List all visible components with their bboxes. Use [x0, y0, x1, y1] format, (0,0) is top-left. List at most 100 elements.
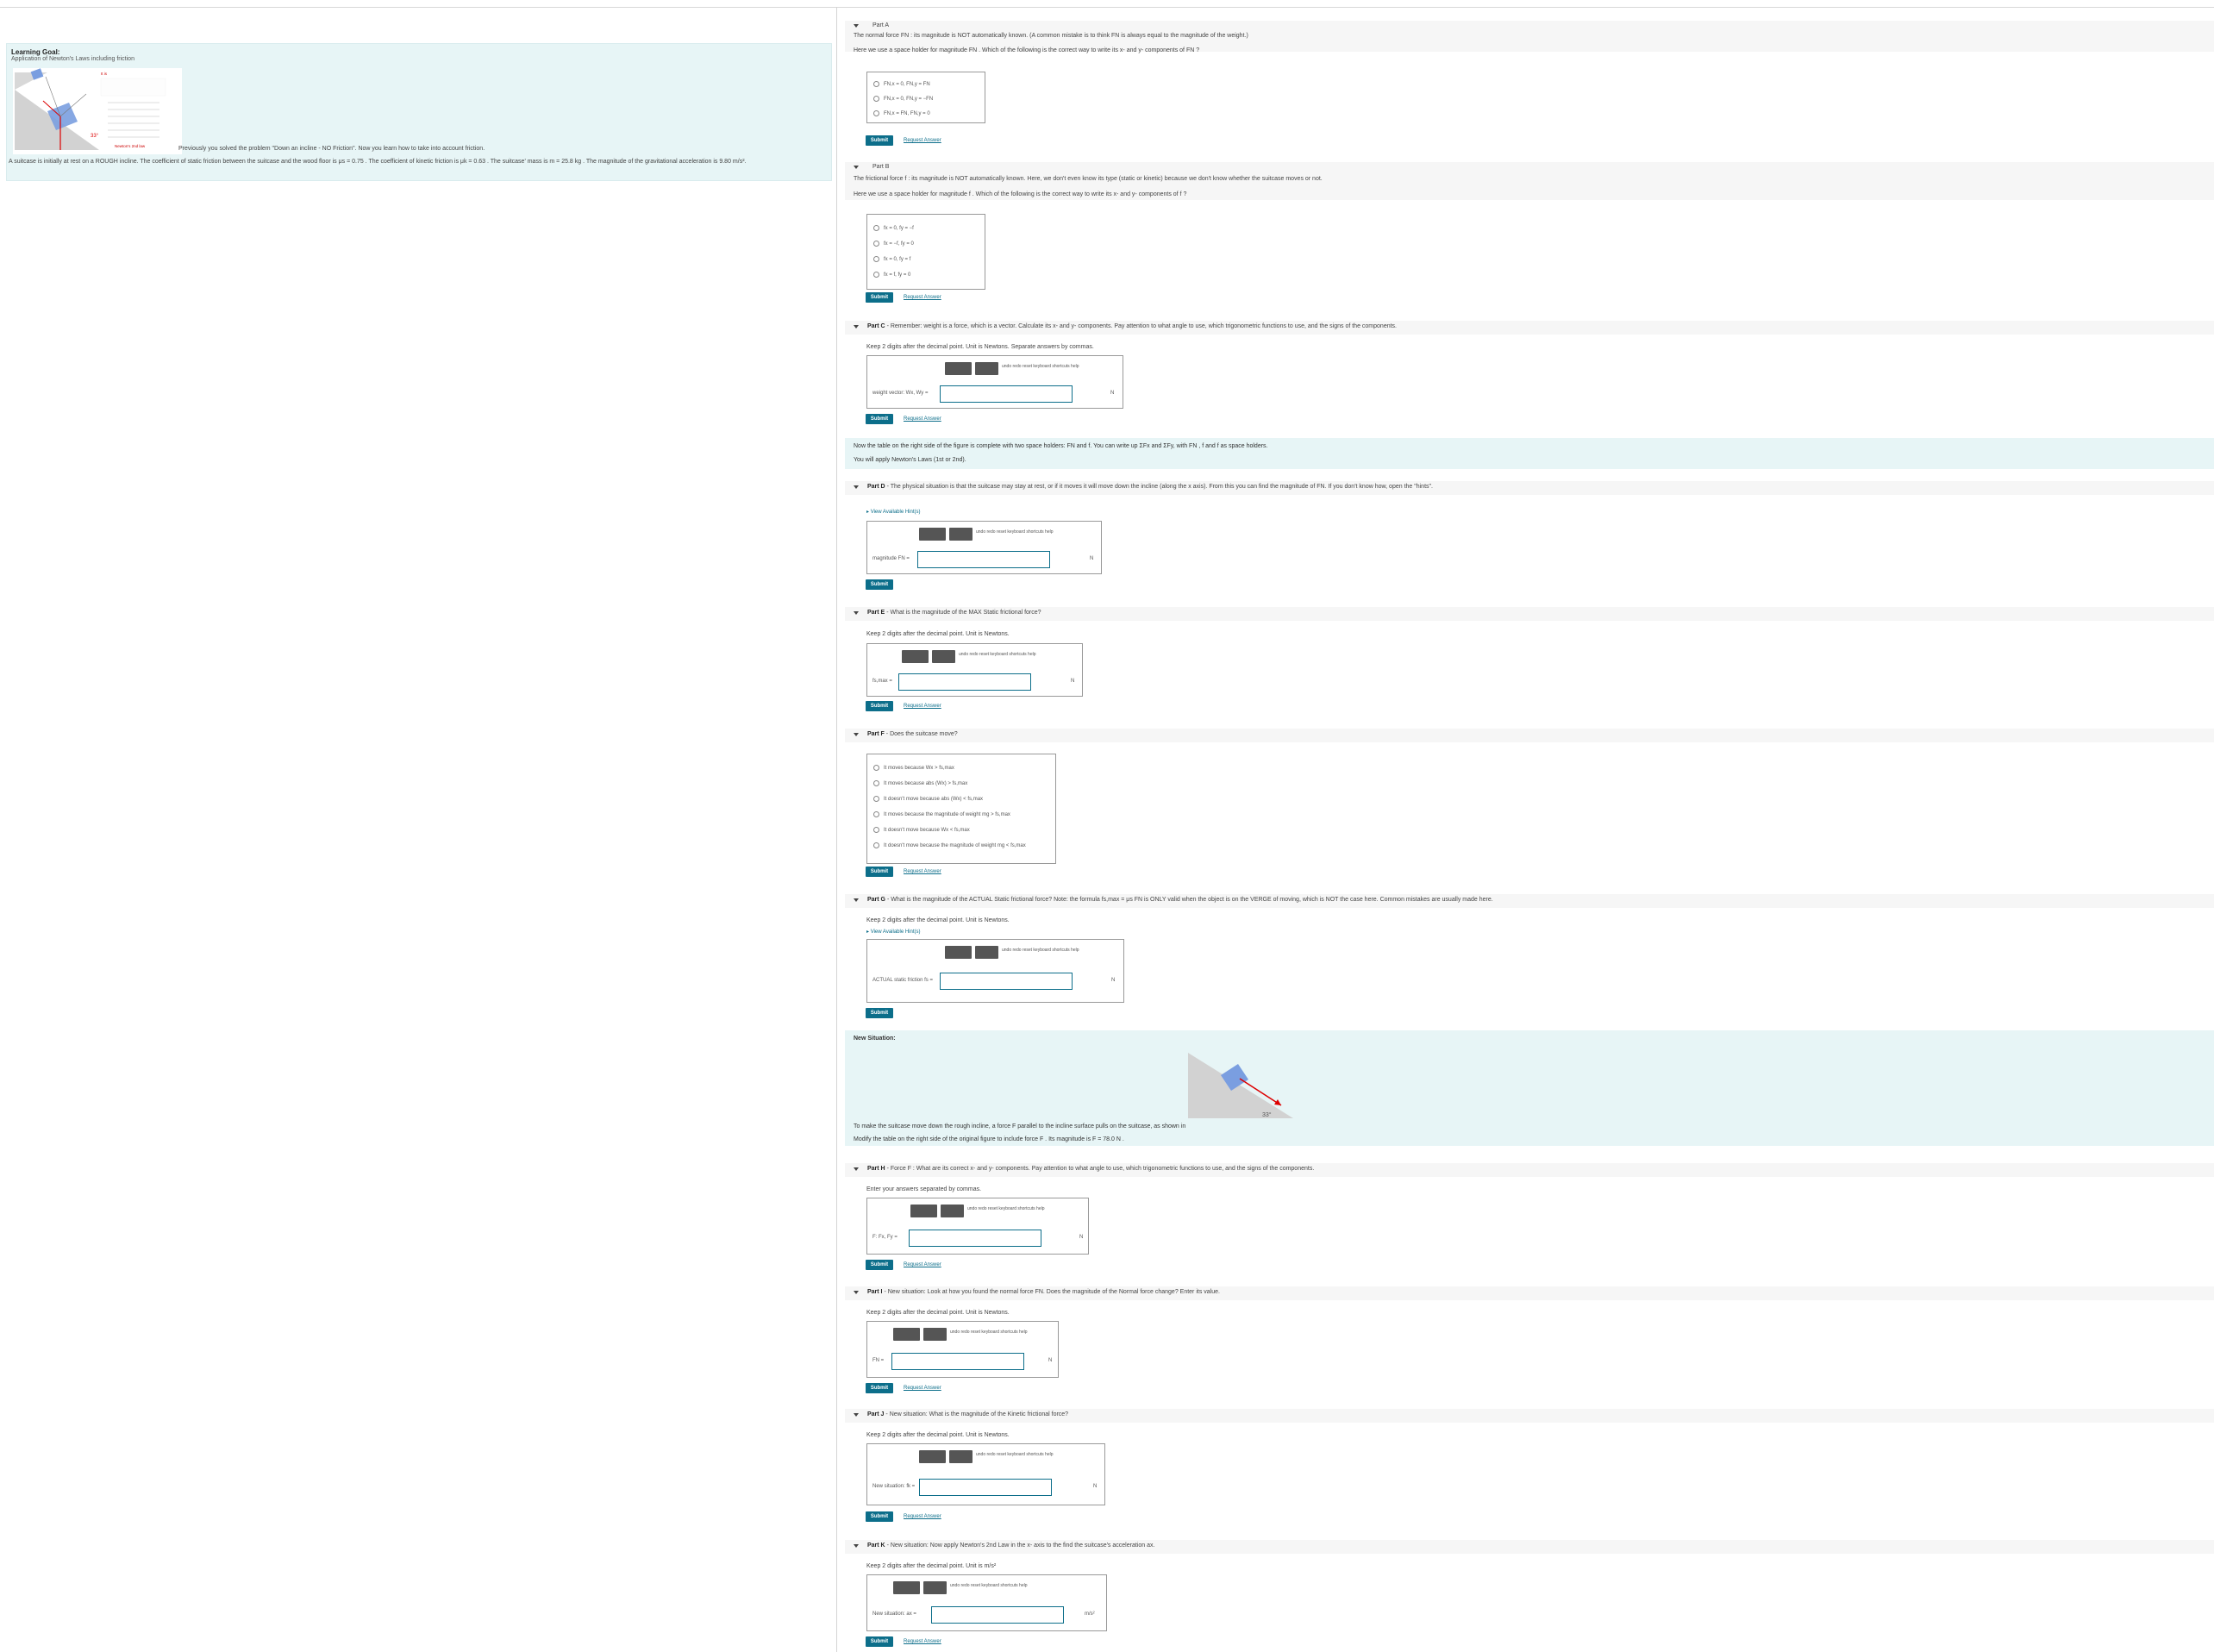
- part-i-label: FN =: [872, 1358, 885, 1363]
- part-i-submit-button[interactable]: Submit: [866, 1383, 893, 1393]
- collapse-icon[interactable]: [854, 611, 859, 615]
- part-f-submit-button[interactable]: Submit: [866, 867, 893, 877]
- part-k-answer-input[interactable]: [931, 1606, 1064, 1624]
- part-f-choice-3[interactable]: It doesn't move because abs (Wx) < fs,ma…: [873, 796, 983, 802]
- part-a-choice-1[interactable]: FN,x = 0, FN,y = FN: [873, 81, 930, 87]
- templates-button[interactable]: [919, 1450, 946, 1463]
- part-g-answer-input[interactable]: [940, 973, 1073, 990]
- part-f-choice-4[interactable]: It moves because the magnitude of weight…: [873, 811, 1010, 817]
- collapse-icon[interactable]: [854, 1413, 859, 1417]
- collapse-icon[interactable]: [854, 1167, 859, 1171]
- part-k-label: New situation: ax =: [872, 1611, 916, 1617]
- part-k-request-answer-link[interactable]: Request Answer: [904, 1639, 941, 1644]
- symbols-button[interactable]: [949, 1450, 973, 1463]
- part-c-answer-input[interactable]: [940, 385, 1073, 403]
- part-f-request-answer-link[interactable]: Request Answer: [904, 869, 941, 874]
- part-h-title: Part H - Force F : What are its correct …: [867, 1166, 1315, 1172]
- toolbar-tools[interactable]: undo redo reset keyboard shortcuts help: [1002, 948, 1079, 953]
- part-b-choice-3[interactable]: fx = 0, fy = f: [873, 256, 910, 262]
- collapse-icon[interactable]: [854, 1291, 859, 1294]
- symbols-button[interactable]: [932, 650, 955, 663]
- part-f-choice-5[interactable]: It doesn't move because Wx < fs,max: [873, 827, 970, 833]
- part-c-submit-button[interactable]: Submit: [866, 414, 893, 424]
- part-h-label: F: Fx, Fy =: [872, 1235, 897, 1240]
- templates-button[interactable]: [893, 1328, 920, 1341]
- figure-note: Newton's 2nd law: [115, 144, 146, 148]
- part-e-submit-button[interactable]: Submit: [866, 701, 893, 711]
- part-d-answer-box: undo redo reset keyboard shortcuts help …: [866, 521, 1102, 574]
- figure-angle: 33°: [91, 134, 99, 139]
- part-d-hints-link[interactable]: ▸ View Available Hint(s): [866, 509, 921, 515]
- collapse-icon[interactable]: [854, 1544, 859, 1548]
- part-k-title: Part K - New situation: Now apply Newton…: [867, 1542, 1155, 1549]
- part-a-request-answer-link[interactable]: Request Answer: [904, 138, 941, 143]
- part-a-submit-button[interactable]: Submit: [866, 135, 893, 146]
- part-i-unit: N: [1048, 1358, 1053, 1363]
- left-panel: Learning Goal: Application of Newton's L…: [0, 7, 836, 1652]
- templates-button[interactable]: [919, 528, 946, 541]
- part-h-request-answer-link[interactable]: Request Answer: [904, 1262, 941, 1267]
- symbols-button[interactable]: [975, 362, 998, 375]
- new-situation-angle: 33°: [1262, 1111, 1272, 1118]
- collapse-icon[interactable]: [854, 24, 859, 28]
- part-h-answer-input[interactable]: [909, 1230, 1041, 1247]
- part-b-choice-2[interactable]: fx = −f, fy = 0: [873, 241, 914, 247]
- part-e-answer-input[interactable]: [898, 673, 1031, 691]
- collapse-icon[interactable]: [854, 733, 859, 736]
- part-k-unit: m/s²: [1085, 1611, 1095, 1617]
- part-f-choice-2[interactable]: It moves because abs (Wx) > fs,max: [873, 780, 967, 786]
- part-g-hints-link[interactable]: ▸ View Available Hint(s): [866, 929, 921, 935]
- part-b-choice-1[interactable]: fx = 0, fy = −f: [873, 225, 914, 231]
- part-g-answer-box: undo redo reset keyboard shortcuts help …: [866, 939, 1124, 1003]
- toolbar-tools[interactable]: undo redo reset keyboard shortcuts help: [967, 1206, 1045, 1211]
- part-k-submit-button[interactable]: Submit: [866, 1636, 893, 1647]
- part-j-submit-button[interactable]: Submit: [866, 1511, 893, 1522]
- collapse-icon[interactable]: [854, 166, 859, 169]
- toolbar-tools[interactable]: undo redo reset keyboard shortcuts help: [976, 1452, 1054, 1457]
- templates-button[interactable]: [945, 362, 972, 375]
- templates-button[interactable]: [910, 1205, 937, 1217]
- part-e-request-answer-link[interactable]: Request Answer: [904, 704, 941, 709]
- part-j-title: Part J - New situation: What is the magn…: [867, 1411, 1069, 1417]
- part-b-text-1: The frictional force f : its magnitude i…: [854, 176, 1323, 182]
- symbols-button[interactable]: [941, 1205, 964, 1217]
- part-e-unit: N: [1071, 679, 1075, 684]
- part-f-title: Part F - Does the suitcase move?: [867, 731, 958, 737]
- symbols-button[interactable]: [975, 946, 998, 959]
- part-c-request-answer-link[interactable]: Request Answer: [904, 416, 941, 422]
- toolbar-tools[interactable]: undo redo reset keyboard shortcuts help: [950, 1330, 1028, 1335]
- part-b-request-answer-link[interactable]: Request Answer: [904, 295, 941, 300]
- templates-button[interactable]: [893, 1581, 920, 1594]
- part-j-request-answer-link[interactable]: Request Answer: [904, 1514, 941, 1519]
- toolbar-tools[interactable]: undo redo reset keyboard shortcuts help: [950, 1583, 1028, 1588]
- part-d-submit-button[interactable]: Submit: [866, 579, 893, 590]
- part-d-answer-input[interactable]: [917, 551, 1050, 568]
- collapse-icon[interactable]: [854, 325, 859, 329]
- toolbar-tools[interactable]: undo redo reset keyboard shortcuts help: [959, 652, 1036, 657]
- collapse-icon[interactable]: [854, 485, 859, 489]
- part-e-instructions: Keep 2 digits after the decimal point. U…: [866, 631, 1010, 637]
- templates-button[interactable]: [902, 650, 929, 663]
- part-i-request-answer-link[interactable]: Request Answer: [904, 1386, 941, 1391]
- part-a-choice-2[interactable]: FN,x = 0, FN,y = −FN: [873, 96, 933, 102]
- part-b-submit-button[interactable]: Submit: [866, 292, 893, 303]
- symbols-button[interactable]: [923, 1328, 947, 1341]
- templates-button[interactable]: [945, 946, 972, 959]
- symbols-button[interactable]: [923, 1581, 947, 1594]
- part-a-choice-3[interactable]: FN,x = FN, FN,y = 0: [873, 110, 930, 116]
- incline-figure: 33° It is Newton's 2nd law: [13, 68, 182, 154]
- part-h-submit-button[interactable]: Submit: [866, 1260, 893, 1270]
- part-b-title: Part B: [872, 164, 890, 170]
- part-g-submit-button[interactable]: Submit: [866, 1008, 893, 1018]
- collapse-icon[interactable]: [854, 898, 859, 902]
- part-i-answer-input[interactable]: [891, 1353, 1024, 1370]
- part-j-answer-input[interactable]: [919, 1479, 1052, 1496]
- part-k-answer-box: undo redo reset keyboard shortcuts help …: [866, 1574, 1107, 1631]
- new-situation-line-1: To make the suitcase move down the rough…: [854, 1123, 1186, 1129]
- part-f-choice-6[interactable]: It doesn't move because the magnitude of…: [873, 842, 1026, 848]
- toolbar-tools[interactable]: undo redo reset keyboard shortcuts help: [1002, 364, 1079, 369]
- symbols-button[interactable]: [949, 528, 973, 541]
- part-b-choice-4[interactable]: fx = f, fy = 0: [873, 272, 910, 278]
- part-f-choice-1[interactable]: It moves because Wx > fs,max: [873, 765, 954, 771]
- toolbar-tools[interactable]: undo redo reset keyboard shortcuts help: [976, 529, 1054, 535]
